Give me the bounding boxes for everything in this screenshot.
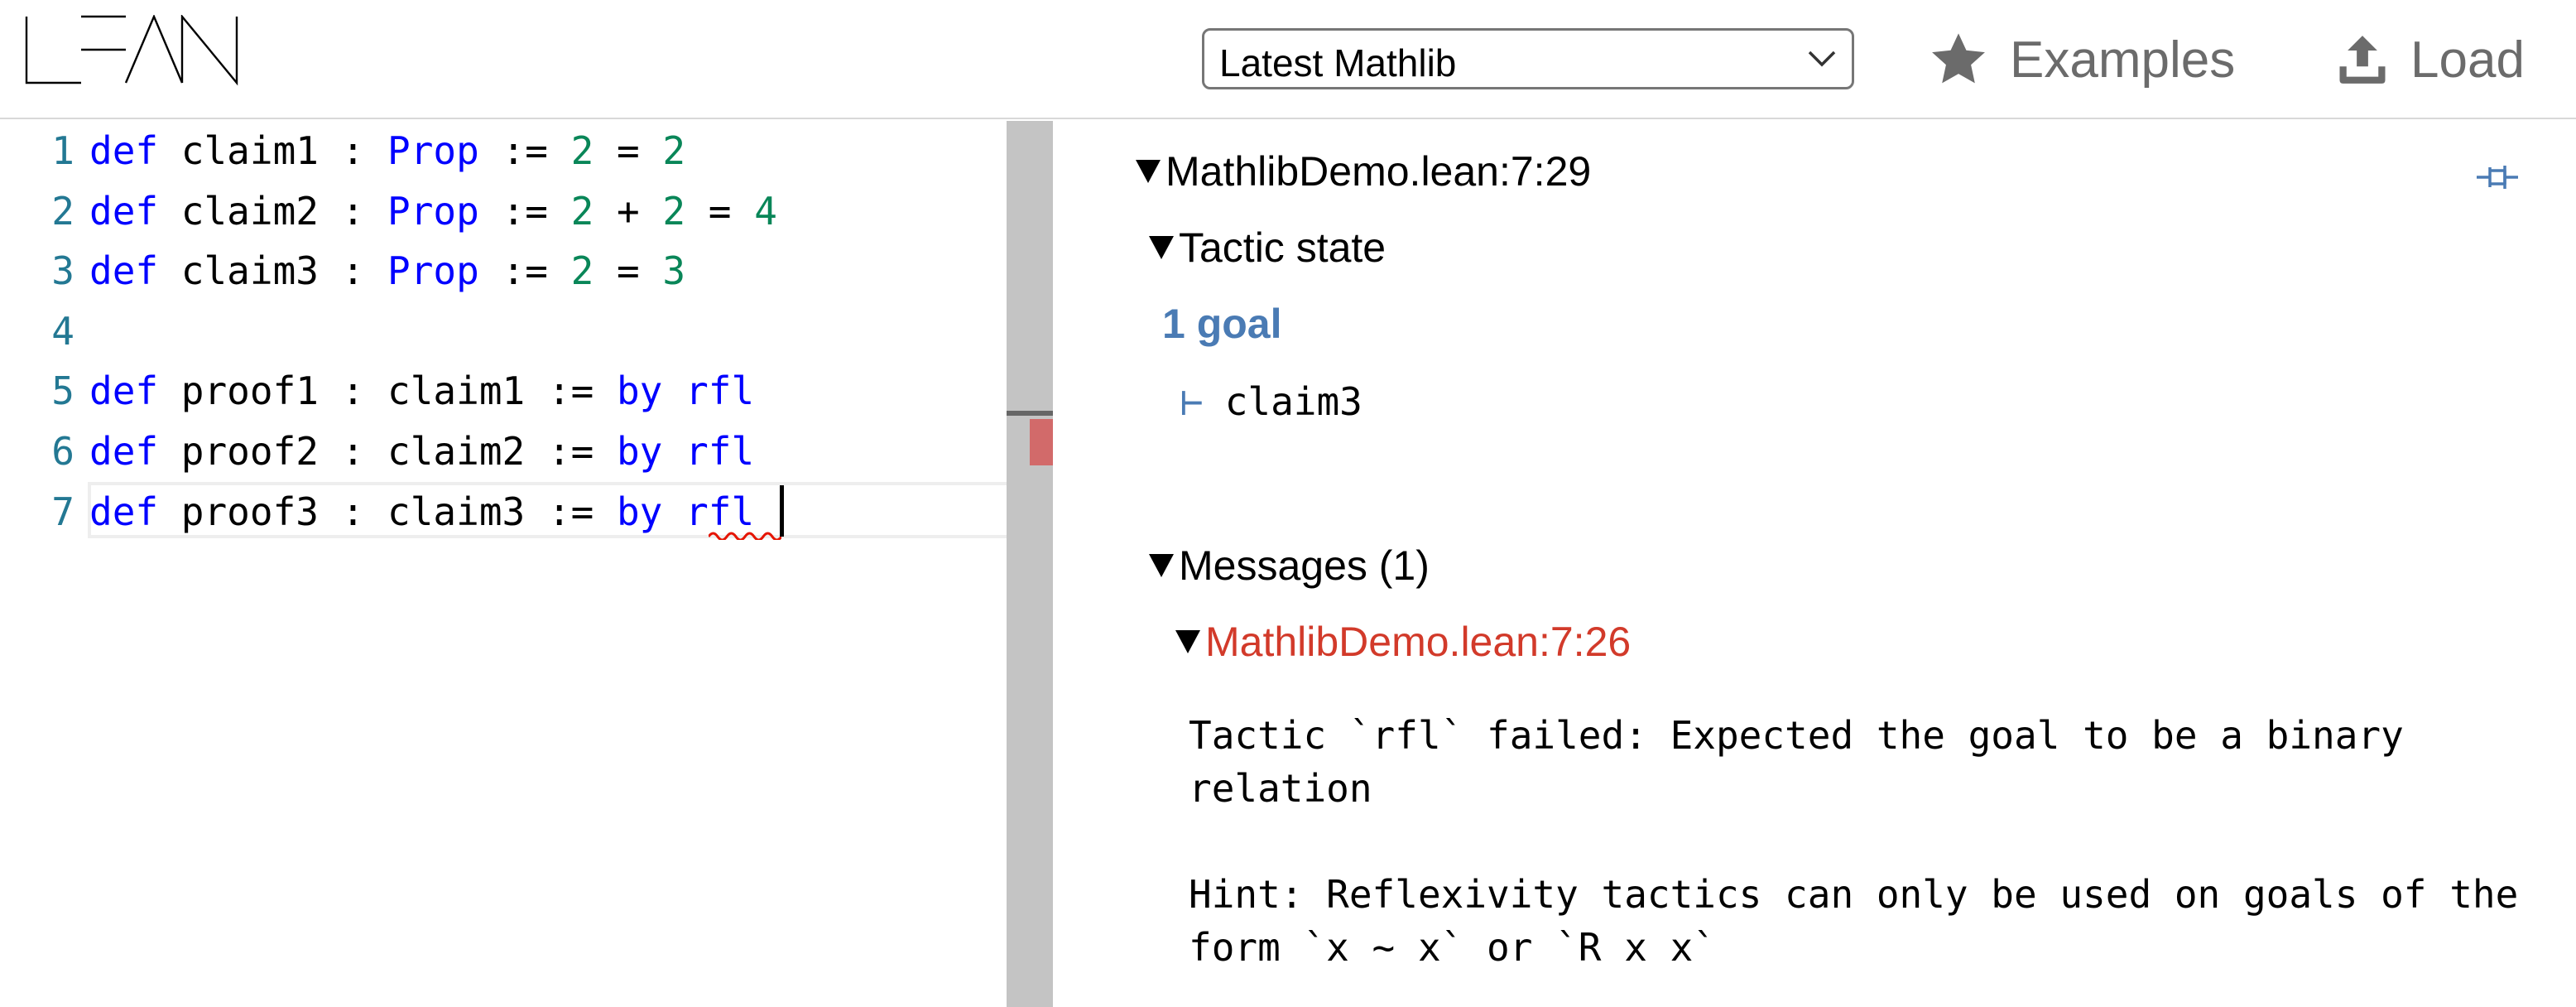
collapse-triangle-icon[interactable] <box>1175 630 1200 653</box>
position-header-label: MathlibDemo.lean:7:29 <box>1165 148 1592 195</box>
keyword-token: by <box>616 429 663 474</box>
keyword-token: def <box>89 429 159 474</box>
chevron-down-icon <box>1808 51 1836 67</box>
line-number: 4 <box>51 308 74 354</box>
keyword-token: rfl <box>685 429 755 474</box>
keyword-token: Prop <box>387 188 479 234</box>
error-squiggle <box>709 532 781 540</box>
number-token: 2 <box>570 128 594 173</box>
code-token: = <box>594 248 663 294</box>
code-line[interactable]: 4 <box>0 301 1007 361</box>
line-number: 3 <box>51 248 74 294</box>
code-token: = <box>685 188 755 234</box>
collapse-triangle-icon[interactable] <box>1136 160 1161 183</box>
keyword-token: by <box>616 369 663 414</box>
goal-expression[interactable]: claim3 <box>1225 379 1362 424</box>
error-message-text: Tactic `rfl` failed: Expected the goal t… <box>1189 713 2519 970</box>
code-token: claim2 : <box>158 188 388 234</box>
code-text[interactable]: def proof1 : claim1 := by rfl <box>89 361 754 421</box>
message-position-header[interactable]: MathlibDemo.lean:7:26 <box>1175 618 1631 666</box>
goal-count: 1 goal <box>1162 301 1282 347</box>
code-token: proof1 : claim1 := <box>158 369 617 414</box>
tactic-state-label: Tactic state <box>1179 224 1387 271</box>
number-token: 2 <box>662 128 686 173</box>
goal-row[interactable]: ⊢ claim3 <box>1180 379 1362 424</box>
messages-header[interactable]: Messages (1) <box>1149 542 1430 590</box>
overview-cursor-marker <box>1007 411 1053 416</box>
code-text[interactable]: def claim3 : Prop := 2 = 3 <box>89 241 685 301</box>
pin-icon[interactable] <box>2475 159 2521 195</box>
position-header[interactable]: MathlibDemo.lean:7:29 <box>1136 147 1591 195</box>
keyword-token: Prop <box>387 248 479 294</box>
star-icon <box>1932 33 1985 84</box>
keyword-token: def <box>89 188 159 234</box>
code-token: := <box>478 128 571 173</box>
infoview-panel: MathlibDemo.lean:7:29 Tactic state 1 goa… <box>1055 121 2576 1007</box>
line-number: 6 <box>51 429 74 474</box>
keyword-token: rfl <box>685 369 755 414</box>
lean-logo[interactable] <box>25 15 242 86</box>
examples-label: Examples <box>2010 31 2236 89</box>
number-token: 2 <box>662 188 686 234</box>
examples-button[interactable]: Examples <box>1929 23 2235 96</box>
overview-ruler[interactable] <box>1007 121 1053 1007</box>
line-number: 7 <box>51 489 74 534</box>
code-line[interactable]: 2 def claim2 : Prop := 2 + 2 = 4 <box>0 181 1007 241</box>
mathlib-version-select[interactable]: Latest Mathlib <box>1202 28 1854 89</box>
turnstile-symbol: ⊢ <box>1180 379 1204 424</box>
keyword-token: def <box>89 369 159 414</box>
tactic-state-header[interactable]: Tactic state <box>1149 224 1386 272</box>
keyword-token: def <box>89 128 159 173</box>
keyword-token: def <box>89 248 159 294</box>
code-line[interactable]: 6 def proof2 : claim2 := by rfl <box>0 422 1007 481</box>
number-token: 2 <box>570 248 594 294</box>
number-token: 3 <box>662 248 686 294</box>
load-button[interactable]: Load <box>2334 23 2525 96</box>
messages-label: Messages (1) <box>1179 542 1430 589</box>
collapse-triangle-icon[interactable] <box>1149 236 1174 259</box>
mathlib-version-value: Latest Mathlib <box>1219 41 1457 84</box>
code-text[interactable]: def claim2 : Prop := 2 + 2 = 4 <box>89 181 777 241</box>
number-token: 2 <box>570 188 594 234</box>
code-token: proof2 : claim2 := <box>158 429 617 474</box>
message-position-label[interactable]: MathlibDemo.lean:7:26 <box>1205 618 1631 666</box>
code-token: := <box>478 248 571 294</box>
code-line[interactable]: 1 def claim1 : Prop := 2 = 2 <box>0 121 1007 181</box>
number-token: 4 <box>754 188 777 234</box>
load-label: Load <box>2410 31 2525 89</box>
code-token: claim3 : <box>158 248 388 294</box>
code-line[interactable]: 5 def proof1 : claim1 := by rfl <box>0 361 1007 421</box>
overview-error-marker[interactable] <box>1030 419 1053 465</box>
upload-icon <box>2339 36 2386 84</box>
line-number: 2 <box>51 188 74 234</box>
header-bar: Latest Mathlib Examples Load <box>0 0 2576 119</box>
code-token: = <box>594 128 663 173</box>
code-editor[interactable]: 1 def claim1 : Prop := 2 = 2 2 def claim2 :… <box>0 121 1048 1007</box>
code-token: := <box>478 188 571 234</box>
code-token: + <box>594 188 663 234</box>
code-line[interactable]: 3 def claim3 : Prop := 2 = 3 <box>0 241 1007 301</box>
current-line-highlight <box>88 482 1048 538</box>
code-text[interactable]: def proof2 : claim2 := by rfl <box>89 422 754 481</box>
keyword-token: Prop <box>387 128 479 173</box>
collapse-triangle-icon[interactable] <box>1149 554 1174 577</box>
text-cursor <box>780 485 784 537</box>
code-text[interactable]: def claim1 : Prop := 2 = 2 <box>89 121 685 181</box>
code-token: claim1 : <box>158 128 388 173</box>
line-number: 1 <box>51 128 74 173</box>
line-number: 5 <box>51 369 74 414</box>
